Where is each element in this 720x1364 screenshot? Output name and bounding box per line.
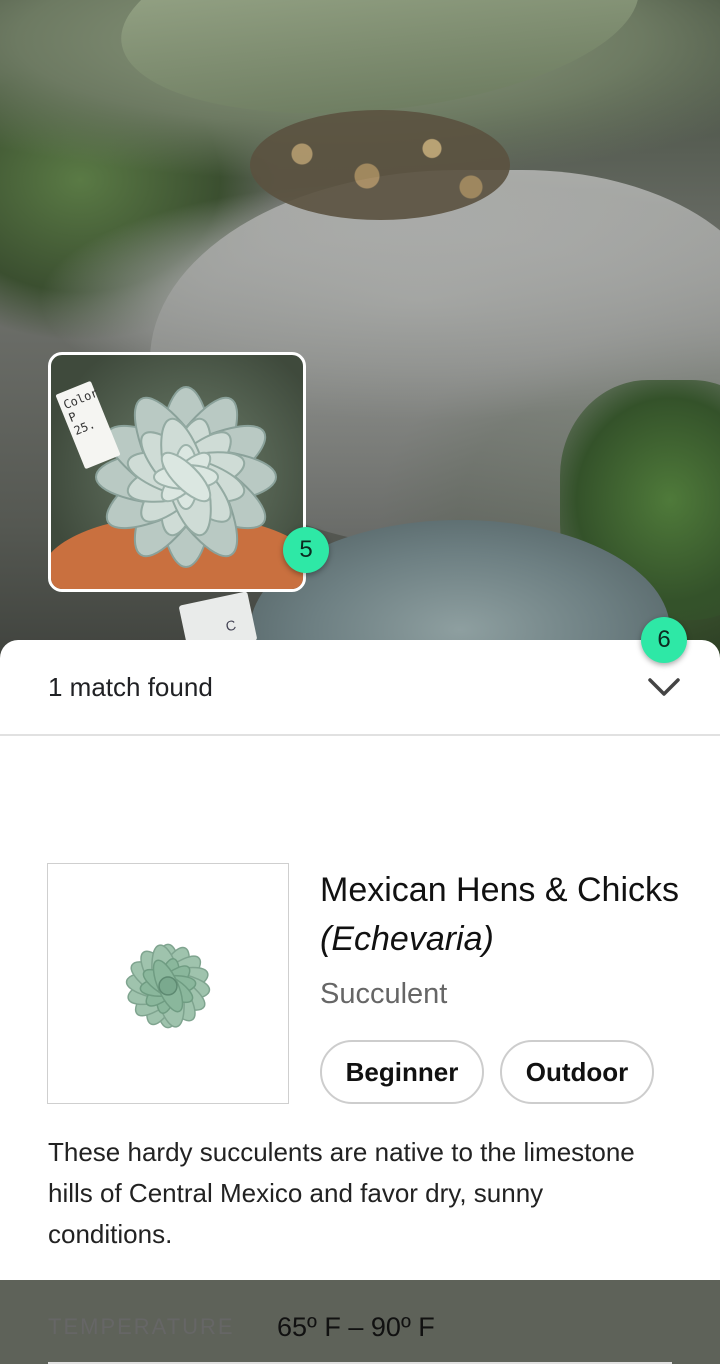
- plant-name: Mexican Hens & Chicks (Echevaria): [320, 866, 680, 964]
- plant-description: These hardy succulents are native to the…: [48, 1137, 635, 1249]
- tag-chip-beginner[interactable]: Beginner: [320, 1040, 484, 1104]
- spec-label: TEMPERATURE: [48, 1314, 235, 1339]
- background-pebbles: [250, 110, 510, 220]
- annotation-badge: 5: [283, 527, 329, 573]
- annotation-badge: 6: [641, 617, 687, 663]
- plant-tag-text: C: [224, 616, 238, 635]
- spec-value: 65º F – 90º F: [277, 1312, 435, 1342]
- chevron-down-icon[interactable]: [646, 674, 682, 702]
- results-bottom-sheet: 1 match found Mexican Hens & Chicks (Ech…: [0, 640, 720, 1364]
- plant-scientific-name: (Echevaria): [320, 920, 494, 958]
- tag-chip-outdoor[interactable]: Outdoor: [500, 1040, 654, 1104]
- detected-object-thumbnail[interactable]: Color P 25.: [48, 352, 306, 592]
- sheet-header[interactable]: 1 match found: [0, 640, 720, 736]
- spec-row-temperature: TEMPERATURE 65º F – 90º F: [48, 1310, 672, 1364]
- match-count-text: 1 match found: [48, 672, 213, 702]
- plant-common-name: Mexican Hens & Chicks: [320, 871, 680, 909]
- camera-preview: C: [0, 0, 720, 700]
- plant-image: [47, 863, 289, 1104]
- plant-category: Succulent: [320, 978, 448, 1010]
